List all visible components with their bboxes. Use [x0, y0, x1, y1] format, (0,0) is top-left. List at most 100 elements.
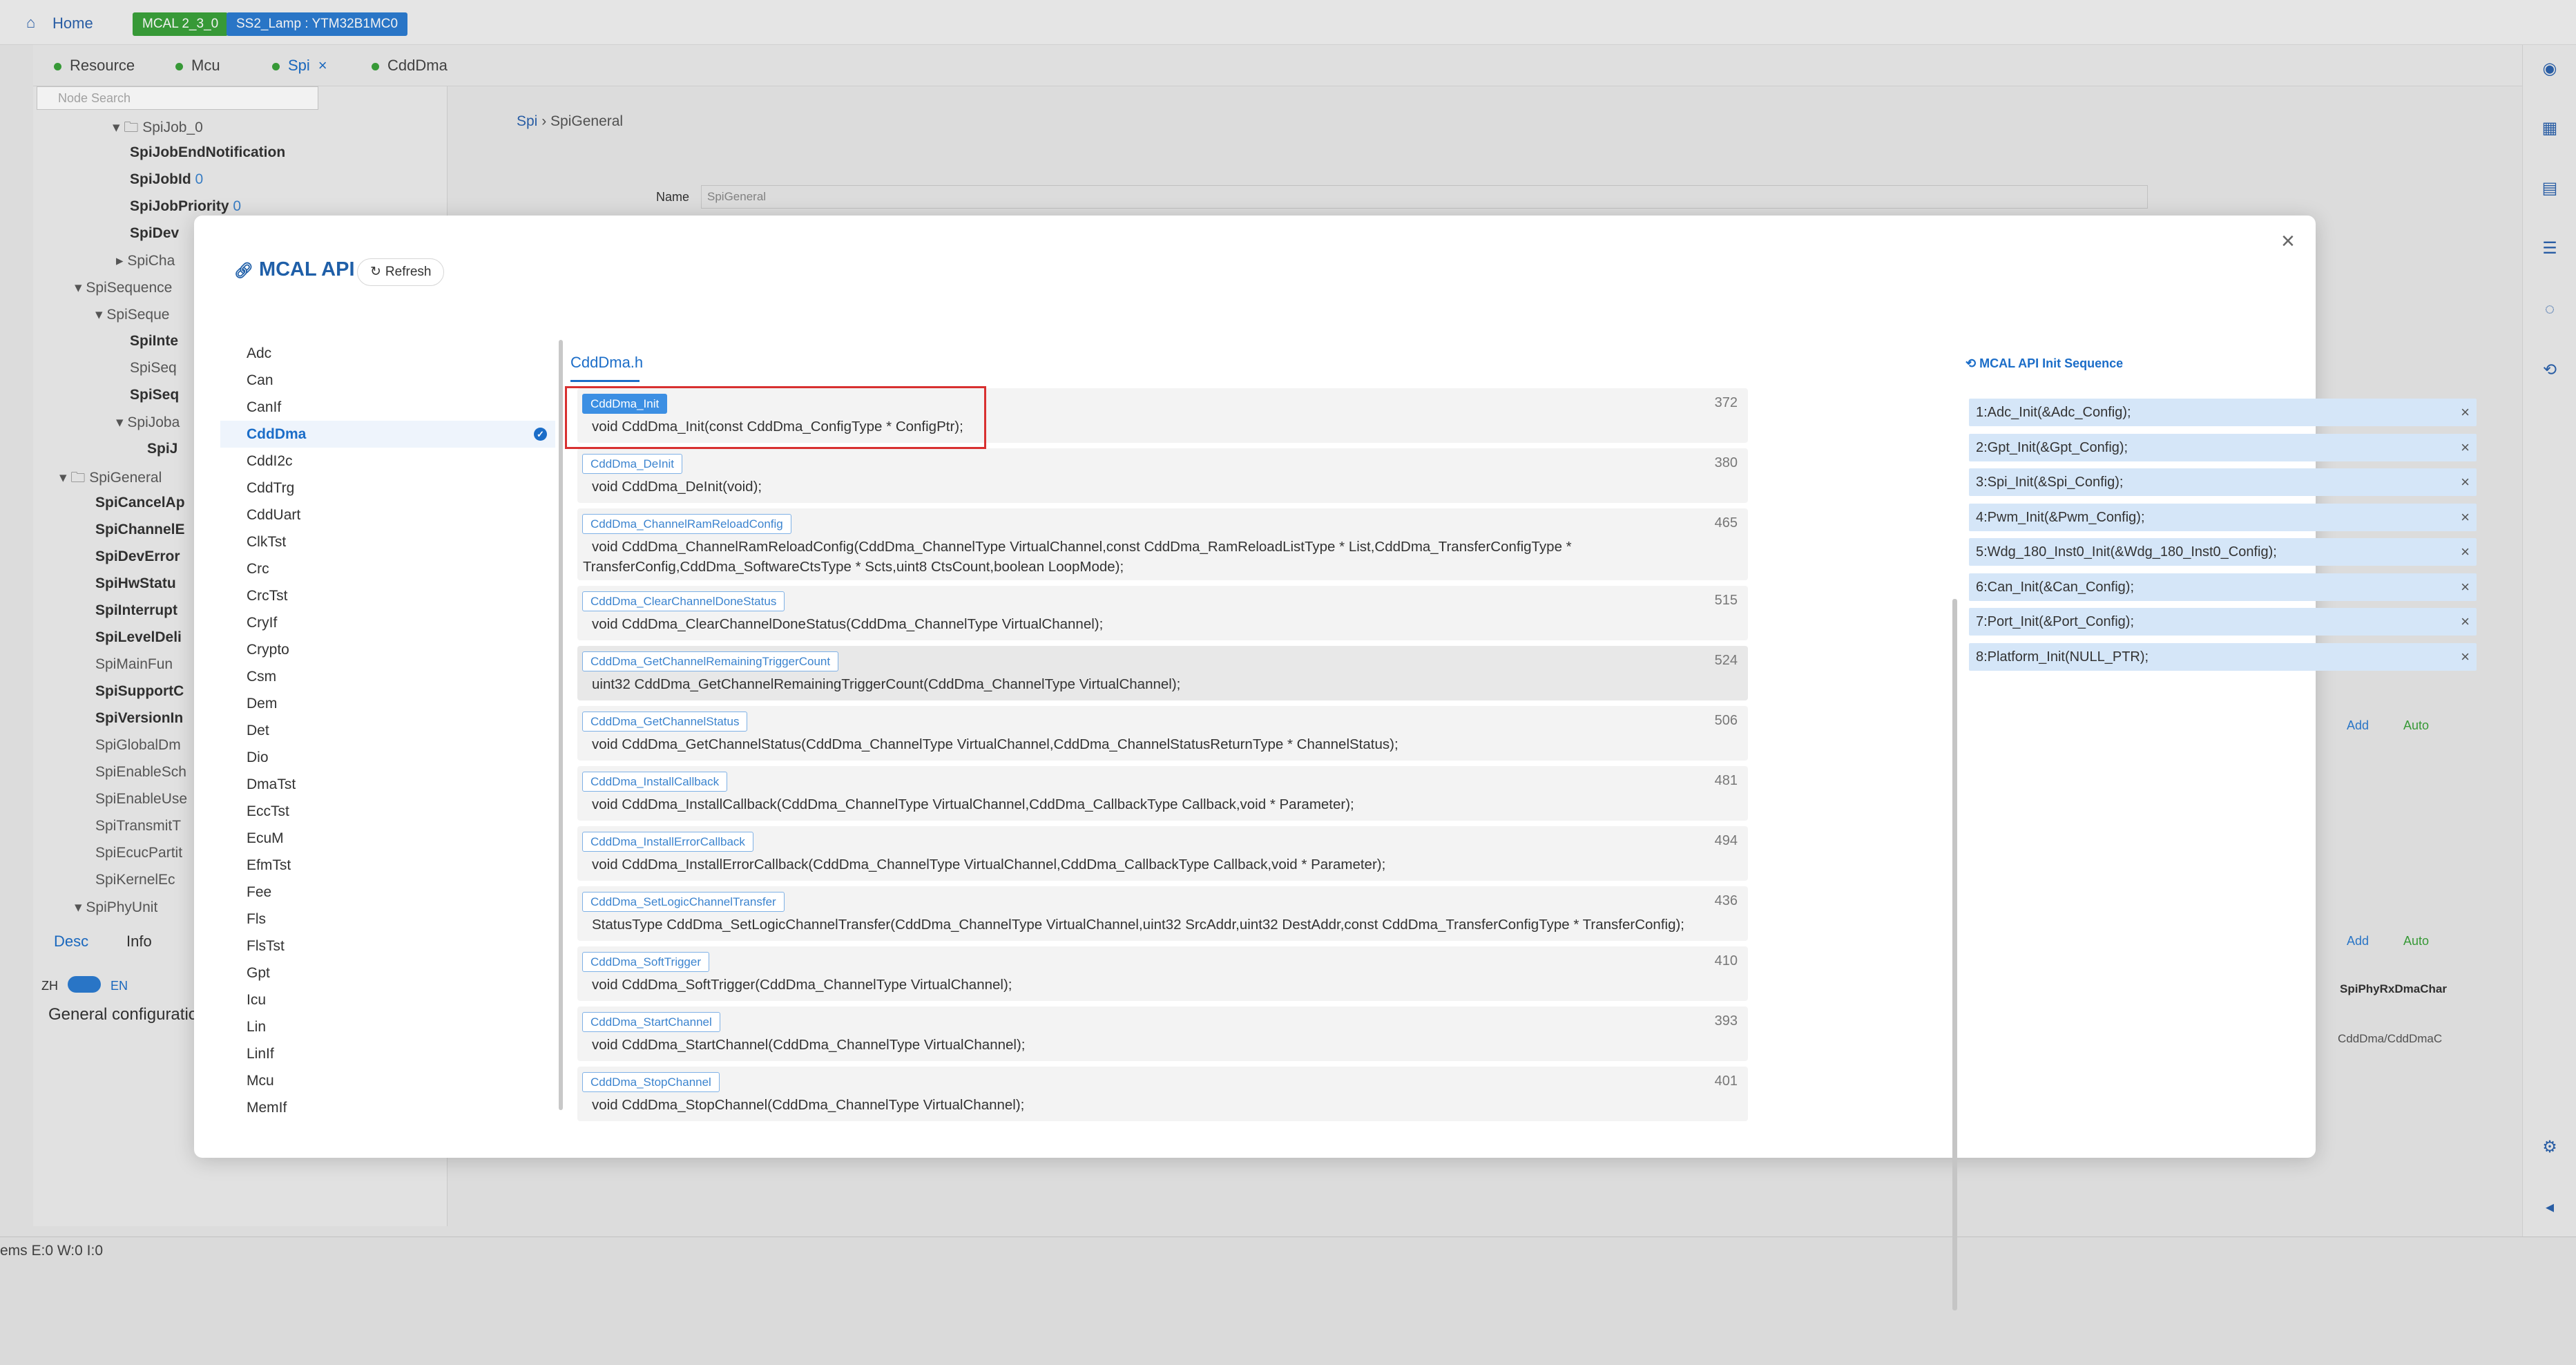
api-name-tag[interactable]: CddDma_ChannelRamReloadConfig — [582, 514, 791, 534]
remove-icon[interactable]: × — [2461, 504, 2470, 531]
api-signature: TransferConfig,CddDma_SoftwareCtsType * … — [583, 559, 1124, 575]
module-item[interactable]: FlsTst — [220, 933, 555, 960]
remove-icon[interactable]: × — [2461, 399, 2470, 426]
init-sequence-item[interactable]: 1:Adc_Init(&Adc_Config); × — [1969, 399, 2477, 426]
init-sequence-label: 6:Can_Init(&Can_Config); — [1976, 579, 2135, 595]
module-item[interactable]: CddTrg — [220, 475, 555, 502]
module-label: CanIf — [247, 399, 282, 415]
module-label: Det — [247, 723, 269, 738]
api-item[interactable]: CddDma_StopChannel 401 void CddDma_StopCha… — [577, 1067, 1748, 1121]
module-item[interactable]: CddUart — [220, 502, 555, 528]
file-tab-cdddma-h[interactable]: CddDma.h — [570, 354, 643, 372]
module-label: DmaTst — [247, 776, 296, 792]
mcal-api-dialog: 🔗︎ MCAL API ↻ Refresh × Adc Can CanIf CddDma ✓… — [194, 216, 2477, 1310]
module-label: Lin — [247, 1019, 267, 1035]
api-item[interactable]: CddDma_InstallCallback 481 void CddDma_Ins… — [577, 766, 1748, 821]
init-sequence-item[interactable]: 7:Port_Init(&Port_Config); × — [1969, 608, 2477, 636]
api-name-tag[interactable]: CddDma_InstallErrorCallback — [582, 832, 753, 852]
module-item[interactable]: EfmTst — [220, 852, 555, 879]
module-label: Adc — [247, 345, 272, 361]
module-label: Dem — [247, 696, 278, 712]
module-item[interactable]: Dem — [220, 690, 555, 717]
module-item[interactable]: MemIf — [220, 1094, 555, 1121]
module-item[interactable]: Fee — [220, 879, 555, 906]
api-name-tag[interactable]: CddDma_ClearChannelDoneStatus — [582, 591, 785, 611]
module-item[interactable]: CddDma ✓ — [220, 421, 555, 448]
module-item[interactable]: Can — [220, 367, 555, 394]
api-item[interactable]: CddDma_SetLogicChannelTransfer 436 StatusT… — [577, 886, 1748, 941]
module-item[interactable]: CanIf — [220, 394, 555, 421]
api-item[interactable]: CddDma_InstallErrorCallback 494 void CddDm… — [577, 826, 1748, 881]
module-item[interactable]: Adc — [220, 340, 555, 367]
module-item[interactable]: Crypto — [220, 636, 555, 663]
module-item[interactable]: CryIf — [220, 609, 555, 636]
module-label: CddI2c — [247, 453, 293, 469]
module-item[interactable]: Mcu — [220, 1067, 555, 1094]
api-item[interactable]: CddDma_DeInit 380 void CddDma_DeInit(void)… — [577, 448, 1748, 503]
module-item[interactable]: Csm — [220, 663, 555, 690]
api-line-number: 410 — [1714, 953, 1738, 968]
api-list-scrollbar[interactable] — [1952, 599, 1957, 1310]
api-line-number: 436 — [1714, 893, 1738, 908]
api-name-tag[interactable]: CddDma_SetLogicChannelTransfer — [582, 892, 785, 912]
api-name-tag[interactable]: CddDma_StartChannel — [582, 1012, 720, 1032]
remove-icon[interactable]: × — [2461, 608, 2470, 636]
remove-icon[interactable]: × — [2461, 573, 2470, 601]
init-sequence-title: ⟲ MCAL API Init Sequence — [1965, 356, 2124, 370]
remove-icon[interactable]: × — [2461, 643, 2470, 671]
init-sequence-item[interactable]: 6:Can_Init(&Can_Config); × — [1969, 573, 2477, 601]
api-name-tag[interactable]: CddDma_GetChannelStatus — [582, 712, 748, 732]
refresh-button[interactable]: ↻ Refresh — [357, 258, 445, 286]
module-item[interactable]: EcuM — [220, 825, 555, 852]
api-line-number: 506 — [1714, 713, 1738, 728]
module-item[interactable]: DmaTst — [220, 771, 555, 798]
module-item[interactable]: EccTst — [220, 798, 555, 825]
module-label: CddDma — [247, 426, 307, 442]
module-item[interactable]: CrcTst — [220, 582, 555, 609]
module-item[interactable]: Crc — [220, 555, 555, 582]
close-button[interactable]: × — [2281, 228, 2295, 255]
api-item[interactable]: CddDma_SoftTrigger 410 void CddDma_SoftTri… — [577, 946, 1748, 1001]
module-item[interactable]: ClkTst — [220, 528, 555, 555]
module-item[interactable]: CddI2c — [220, 448, 555, 475]
api-list: CddDma_Init 372 void CddDma_Init(const Cdd… — [577, 388, 1748, 1328]
api-name-tag[interactable]: CddDma_GetChannelRemainingTriggerCount — [582, 651, 839, 671]
api-item[interactable]: CddDma_StartChannel 393 void CddDma_StartC… — [577, 1006, 1748, 1061]
module-label: Dio — [247, 750, 269, 765]
remove-icon[interactable]: × — [2461, 538, 2470, 566]
init-sequence-label: 8:Platform_Init(NULL_PTR); — [1976, 649, 2149, 665]
api-item[interactable]: CddDma_GetChannelRemainingTriggerCount 52… — [577, 646, 1748, 700]
init-sequence-item[interactable]: 5:Wdg_180_Inst0_Init(&Wdg_180_Inst0_Conf… — [1969, 538, 2477, 566]
remove-icon[interactable]: × — [2461, 434, 2470, 461]
module-item[interactable]: LinIf — [220, 1040, 555, 1067]
api-item[interactable]: CddDma_ClearChannelDoneStatus 515 void Cdd… — [577, 586, 1748, 640]
module-item[interactable]: Lin — [220, 1013, 555, 1040]
module-list-scrollbar[interactable] — [559, 340, 563, 1110]
module-item[interactable]: Gpt — [220, 960, 555, 986]
remove-icon[interactable]: × — [2461, 468, 2470, 496]
module-item[interactable]: Fls — [220, 906, 555, 933]
api-name-tag[interactable]: CddDma_StopChannel — [582, 1072, 720, 1092]
module-item[interactable]: Det — [220, 717, 555, 744]
api-name-tag[interactable]: CddDma_InstallCallback — [582, 772, 728, 792]
api-line-number: 515 — [1714, 593, 1738, 608]
module-item[interactable]: Dio — [220, 744, 555, 771]
init-sequence-item[interactable]: 8:Platform_Init(NULL_PTR); × — [1969, 642, 2477, 671]
api-name-tag[interactable]: CddDma_DeInit — [582, 454, 682, 474]
module-list: Adc Can CanIf CddDma ✓ CddI2c CddTrg CddUart Clk… — [220, 340, 555, 1136]
api-item[interactable]: CddDma_ChannelRamReloadConfig 465 void Cdd… — [577, 508, 1748, 580]
init-sequence-label: 2:Gpt_Init(&Gpt_Config); — [1976, 439, 2128, 455]
selection-highlight — [565, 386, 986, 449]
init-sequence-item[interactable]: 3:Spi_Init(&Spi_Config); × — [1969, 468, 2477, 496]
init-sequence-item[interactable]: 2:Gpt_Init(&Gpt_Config); × — [1969, 433, 2477, 461]
module-label: Mcu — [247, 1073, 274, 1089]
api-item[interactable]: CddDma_GetChannelStatus 506 void CddDma_Ge… — [577, 706, 1748, 761]
api-line-number: 481 — [1714, 773, 1738, 788]
module-item[interactable]: Icu — [220, 986, 555, 1013]
init-sequence-item[interactable]: 4:Pwm_Init(&Pwm_Config); × — [1969, 503, 2477, 531]
api-signature: void CddDma_GetChannelStatus(CddDma_Chan… — [592, 736, 1398, 752]
module-label: ClkTst — [247, 534, 287, 550]
module-label: CddUart — [247, 507, 301, 523]
init-sequence-label: 3:Spi_Init(&Spi_Config); — [1976, 475, 2124, 490]
api-name-tag[interactable]: CddDma_SoftTrigger — [582, 952, 709, 972]
